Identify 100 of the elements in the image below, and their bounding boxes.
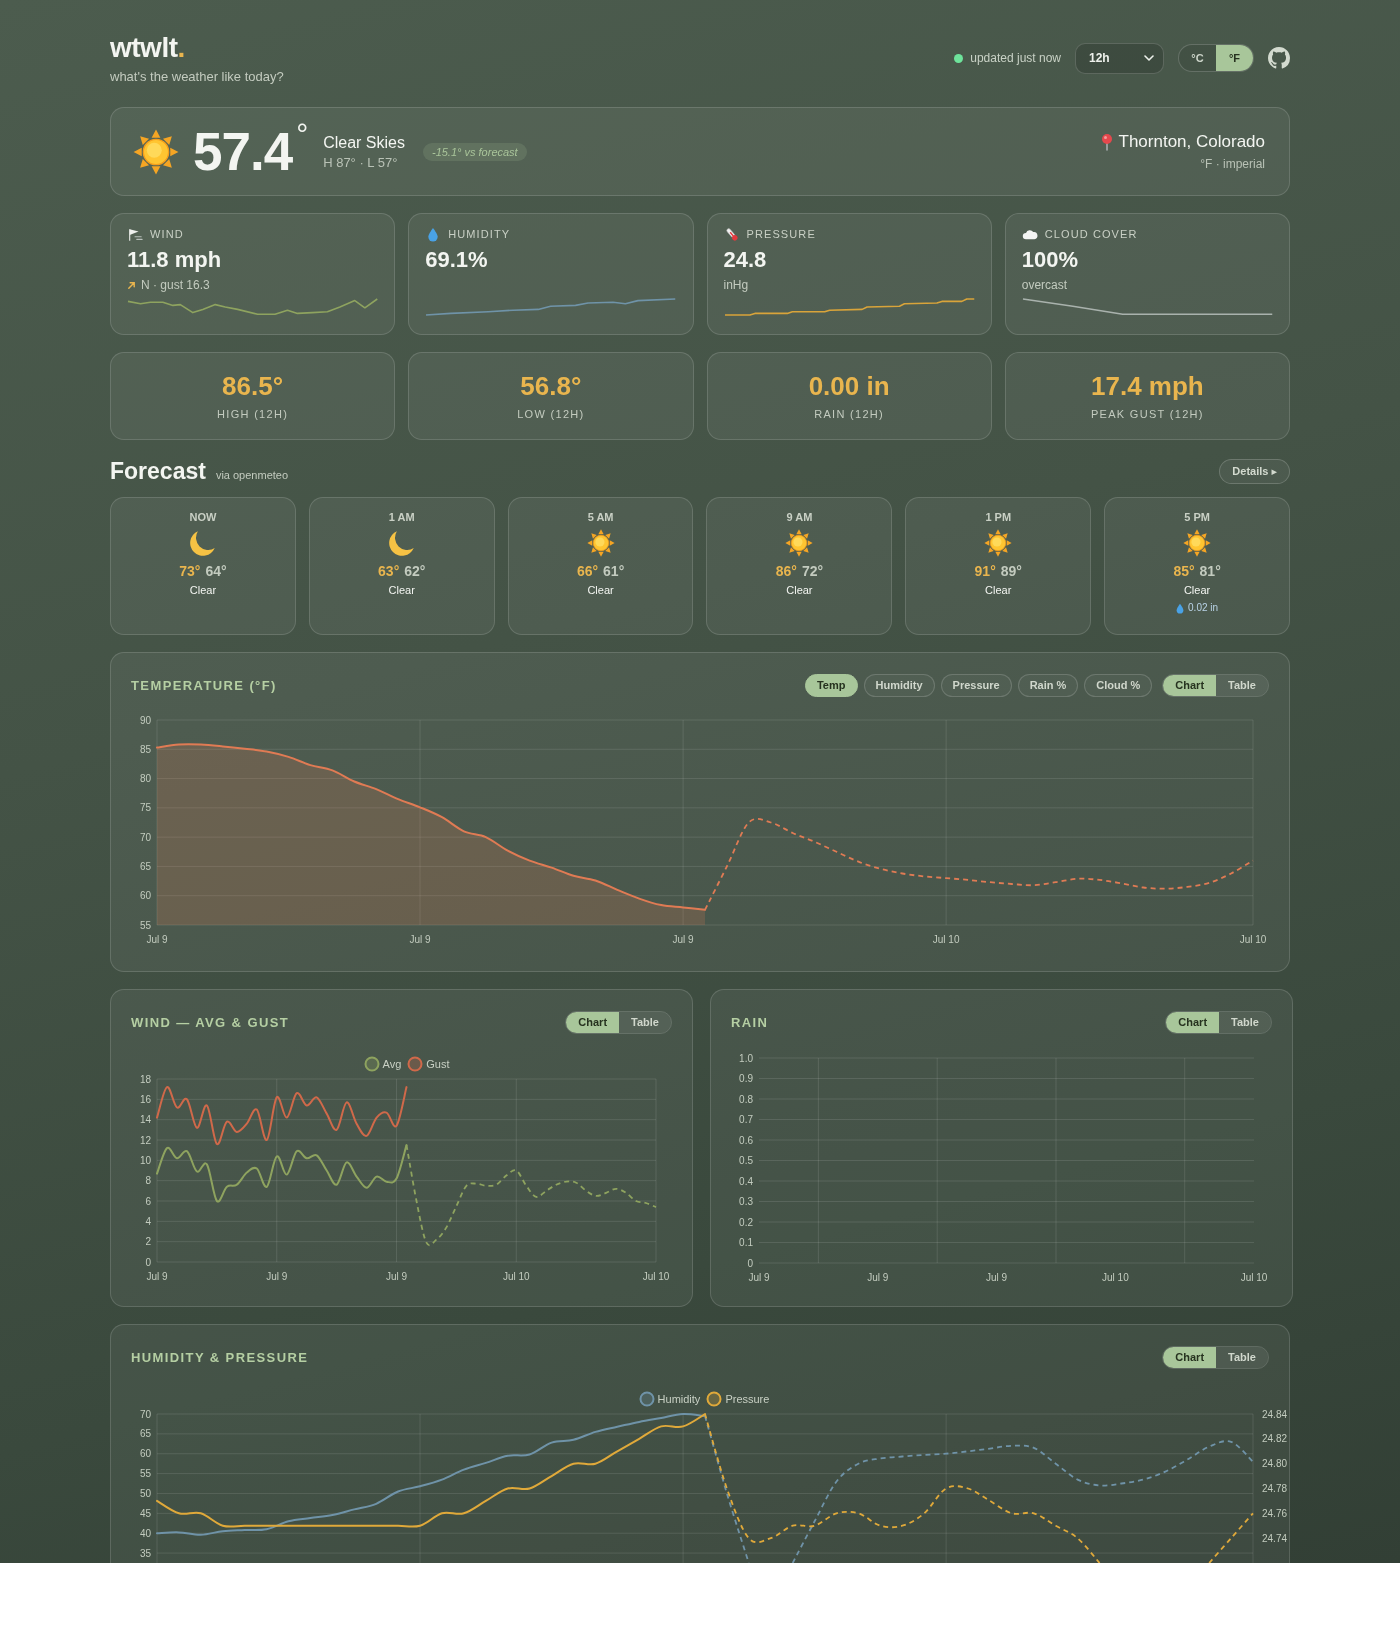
axis-label: 1.0 <box>739 1052 753 1064</box>
view-tab[interactable]: Table <box>619 1011 671 1033</box>
axis-label: Jul 10 <box>1239 934 1267 945</box>
forecast-time: 1 PM <box>985 510 1012 524</box>
low-temperature: 81° <box>1199 562 1221 580</box>
low-temperature: 72° <box>801 562 824 580</box>
axis-label: 45 <box>139 1507 151 1519</box>
axis-label: 85 <box>139 743 151 755</box>
legend-marker-icon <box>638 1391 655 1407</box>
metric-tab[interactable]: Temp <box>804 673 858 697</box>
axis-label: 6 <box>145 1195 151 1207</box>
high-temperature: 86° <box>775 562 797 580</box>
rain-amount: 0.02 in <box>1188 601 1219 615</box>
metric-tab[interactable]: Pressure <box>940 673 1012 697</box>
range-select[interactable]: 12h <box>1075 42 1164 74</box>
axis-label: Jul 10 <box>1102 1272 1129 1283</box>
legend-label: Pressure <box>725 1393 770 1405</box>
summary-label: HIGH (12H) <box>217 407 289 421</box>
metric-label: PRESSURE <box>746 228 816 240</box>
moon-icon <box>387 529 416 557</box>
view-tab[interactable]: Chart <box>1163 1346 1217 1368</box>
section-title: Forecast <box>110 457 206 485</box>
axis-label: 24.78 <box>1262 1483 1288 1494</box>
metric-tab[interactable]: Cloud % <box>1084 673 1153 697</box>
view-tab[interactable]: Chart <box>1163 674 1217 696</box>
metric-value: 100% <box>1021 247 1080 273</box>
droplet-icon <box>1176 602 1185 614</box>
forecast-time: NOW <box>189 510 217 524</box>
axis-label: 80 <box>139 773 151 785</box>
axis-label: Jul 9 <box>146 1271 168 1282</box>
condition-text: Clear Skies <box>323 132 405 153</box>
arrow-icon <box>127 280 136 290</box>
axis-label: 4 <box>145 1215 151 1227</box>
axis-label: 2 <box>145 1236 151 1248</box>
metric-tab[interactable]: Humidity <box>863 673 935 697</box>
view-tab[interactable]: Table <box>1216 1346 1268 1368</box>
axis-label: 10 <box>139 1154 151 1166</box>
forecast-delta-badge: -15.1° vs forecast <box>422 142 527 161</box>
map-pin-icon <box>1100 133 1113 151</box>
axis-label: 40 <box>139 1527 151 1539</box>
axis-label: 16 <box>139 1093 151 1105</box>
summary-value: 17.4 mph <box>1091 371 1204 401</box>
high-temperature: 63° <box>378 562 400 580</box>
github-icon[interactable] <box>1268 47 1290 69</box>
axis-label: 60 <box>139 890 151 902</box>
axis-label: Jul 10 <box>932 934 960 945</box>
axis-label: 0 <box>145 1256 151 1268</box>
metric-value: 11.8 mph <box>127 247 223 273</box>
unit-button[interactable]: °F <box>1216 45 1253 71</box>
axis-label: 8 <box>145 1175 151 1187</box>
high-temperature: 85° <box>1173 562 1195 580</box>
low-temperature: 64° <box>205 562 227 580</box>
unit-button[interactable]: °C <box>1179 45 1216 71</box>
details-button[interactable]: Details ▸ <box>1219 458 1290 484</box>
axis-label: Jul 9 <box>748 1272 770 1283</box>
axis-label: Jul 9 <box>986 1272 1008 1283</box>
axis-label: 0 <box>747 1257 753 1269</box>
forecast-time: 9 AM <box>786 510 813 524</box>
forecast-condition: Clear <box>189 583 217 597</box>
high-temperature: 73° <box>179 562 201 580</box>
axis-label: 0.1 <box>739 1237 753 1248</box>
sun-icon <box>785 529 814 557</box>
summary-label: RAIN (12H) <box>814 407 885 421</box>
legend-marker-icon <box>407 1056 424 1072</box>
axis-label: 0.5 <box>739 1155 753 1166</box>
axis-label: 24.80 <box>1262 1458 1288 1470</box>
axis-label: Jul 10 <box>502 1271 530 1282</box>
axis-label: 12 <box>139 1134 151 1146</box>
axis-label: 0.8 <box>739 1093 753 1105</box>
metric-detail: N · gust 16.3 <box>141 277 210 293</box>
axis-label: Jul 10 <box>1240 1272 1268 1283</box>
low-temperature: 61° <box>603 562 625 580</box>
axis-label: Jul 9 <box>385 1271 408 1282</box>
panel-title: TEMPERATURE (°F) <box>131 677 277 693</box>
axis-label: 0.3 <box>739 1196 753 1207</box>
high-low-text: H 87° · L 57° <box>323 153 399 171</box>
axis-label: 65 <box>139 860 151 872</box>
axis-label: 65 <box>139 1428 151 1440</box>
metric-label: HUMIDITY <box>448 228 511 240</box>
view-tab[interactable]: Table <box>1216 674 1268 696</box>
axis-label: Jul 9 <box>266 1271 288 1282</box>
metric-tab[interactable]: Rain % <box>1017 673 1079 697</box>
sun-icon <box>1183 529 1212 557</box>
axis-label: Jul 9 <box>867 1272 889 1283</box>
view-tab[interactable]: Table <box>1219 1011 1271 1033</box>
panel-title: WIND — AVG & GUST <box>131 1014 290 1030</box>
legend-marker-icon <box>363 1056 380 1072</box>
summary-label: LOW (12H) <box>517 407 585 421</box>
axis-label: 55 <box>139 919 151 931</box>
view-tab[interactable]: Chart <box>566 1011 620 1033</box>
axis-label: 90 <box>139 714 151 726</box>
forecast-condition: Clear <box>587 583 614 597</box>
moon-icon <box>188 529 217 557</box>
metric-value: 24.8 <box>723 247 768 273</box>
location-name: Thornton, Colorado <box>1118 131 1265 153</box>
sun-icon <box>133 128 179 175</box>
view-tab[interactable]: Chart <box>1166 1011 1220 1033</box>
axis-label: 18 <box>139 1073 151 1085</box>
axis-label: 0.7 <box>739 1114 753 1125</box>
summary-value: 56.8° <box>520 371 582 401</box>
